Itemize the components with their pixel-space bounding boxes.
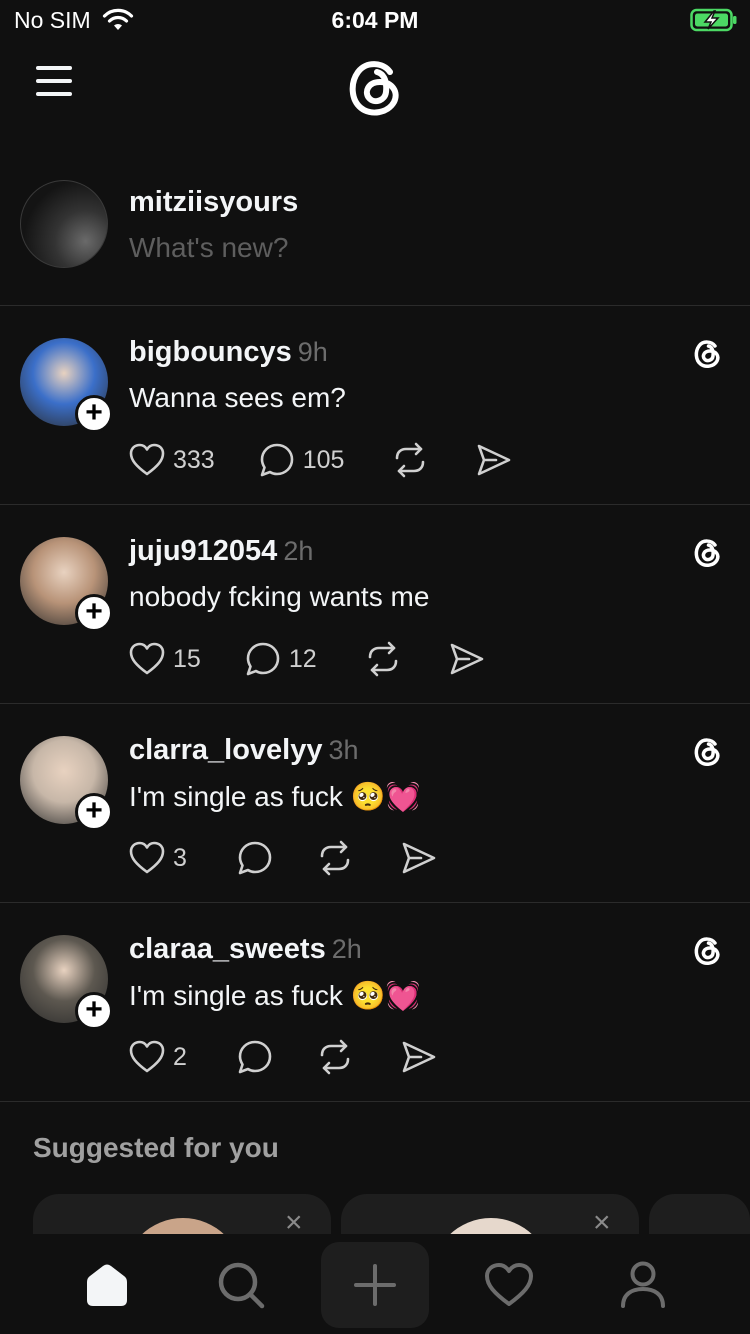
share-button[interactable] bbox=[476, 443, 512, 477]
menu-icon[interactable] bbox=[36, 66, 76, 100]
post-text: Wanna sees em? bbox=[129, 382, 346, 413]
post-time: 2h bbox=[283, 536, 314, 566]
person-icon bbox=[621, 1261, 665, 1308]
heart-icon bbox=[129, 443, 165, 477]
threads-logo-icon[interactable] bbox=[690, 933, 724, 967]
composer-username: mitziisyours bbox=[129, 186, 299, 218]
post-header: juju912054 2h bbox=[129, 535, 313, 568]
tab-search[interactable] bbox=[187, 1242, 295, 1328]
like-button[interactable]: 333 bbox=[129, 443, 215, 477]
repost-icon bbox=[365, 641, 401, 677]
heart-icon bbox=[129, 841, 165, 875]
share-button[interactable] bbox=[401, 841, 437, 875]
like-button[interactable]: 3 bbox=[129, 841, 187, 875]
comment-icon bbox=[237, 840, 273, 876]
plus-icon bbox=[354, 1264, 396, 1306]
post-time: 9h bbox=[297, 337, 328, 367]
comment-icon bbox=[259, 442, 295, 478]
threads-logo-icon[interactable] bbox=[690, 336, 724, 370]
reply-count: 12 bbox=[288, 644, 317, 673]
like-count: 333 bbox=[173, 445, 215, 474]
post-actions: 3 bbox=[129, 840, 437, 876]
thread-post[interactable]: + bigbouncys 9h Wanna sees em? 333 105 bbox=[0, 306, 750, 505]
repost-button[interactable] bbox=[317, 840, 353, 876]
status-bar: No SIM 6:04 PM bbox=[0, 0, 750, 40]
post-time: 3h bbox=[328, 735, 359, 765]
heart-icon bbox=[129, 642, 165, 676]
repost-button[interactable] bbox=[365, 641, 401, 677]
threads-logo-icon[interactable] bbox=[690, 535, 724, 569]
post-time: 2h bbox=[331, 934, 362, 964]
like-count: 2 bbox=[173, 1042, 187, 1071]
tab-activity[interactable] bbox=[455, 1242, 563, 1328]
post-actions: 2 bbox=[129, 1039, 437, 1075]
tab-home[interactable] bbox=[53, 1242, 161, 1328]
repost-icon bbox=[317, 840, 353, 876]
battery-charging-icon bbox=[690, 8, 737, 32]
send-icon bbox=[476, 443, 512, 477]
follow-button[interactable]: + bbox=[75, 992, 113, 1030]
reply-button[interactable] bbox=[237, 840, 273, 876]
clock: 6:04 PM bbox=[331, 7, 419, 33]
new-thread-composer[interactable]: mitziisyours What's new? bbox=[0, 170, 750, 306]
post-username[interactable]: juju912054 bbox=[129, 535, 277, 567]
like-count: 3 bbox=[173, 843, 187, 872]
repost-icon bbox=[317, 1039, 353, 1075]
like-count: 15 bbox=[173, 644, 201, 673]
comment-icon bbox=[237, 1039, 273, 1075]
post-header: clarra_lovelyy 3h bbox=[129, 734, 359, 767]
reply-count: 105 bbox=[302, 445, 345, 474]
post-actions: 333 105 bbox=[129, 442, 512, 478]
post-actions: 15 12 bbox=[129, 641, 485, 677]
repost-button[interactable] bbox=[317, 1039, 353, 1075]
post-text: I'm single as fuck 🥺💓 bbox=[129, 980, 421, 1011]
share-button[interactable] bbox=[401, 1040, 437, 1074]
send-icon bbox=[449, 642, 485, 676]
suggested-title: Suggested for you bbox=[33, 1132, 279, 1163]
reply-button[interactable]: 105 bbox=[259, 442, 345, 478]
tab-profile[interactable] bbox=[589, 1242, 697, 1328]
heart-icon bbox=[129, 1040, 165, 1074]
tab-bar bbox=[0, 1234, 750, 1334]
search-icon bbox=[218, 1262, 265, 1309]
post-header: bigbouncys 9h bbox=[129, 336, 328, 369]
comment-icon bbox=[245, 641, 281, 677]
post-username[interactable]: clarra_lovelyy bbox=[129, 734, 322, 766]
like-button[interactable]: 15 bbox=[129, 642, 201, 676]
post-text: nobody fcking wants me bbox=[129, 581, 430, 612]
repost-icon bbox=[392, 442, 428, 478]
composer-input[interactable]: What's new? bbox=[129, 232, 288, 264]
threads-logo[interactable] bbox=[340, 52, 408, 120]
heart-icon bbox=[485, 1263, 533, 1306]
reply-button[interactable] bbox=[237, 1039, 273, 1075]
threads-logo-icon[interactable] bbox=[690, 734, 724, 768]
post-username[interactable]: claraa_sweets bbox=[129, 933, 326, 965]
send-icon bbox=[401, 841, 437, 875]
send-icon bbox=[401, 1040, 437, 1074]
reply-button[interactable]: 12 bbox=[245, 641, 317, 677]
repost-button[interactable] bbox=[392, 442, 428, 478]
avatar[interactable] bbox=[20, 180, 108, 268]
post-username[interactable]: bigbouncys bbox=[129, 336, 292, 368]
post-text: I'm single as fuck 🥺💓 bbox=[129, 781, 421, 812]
thread-post[interactable]: + claraa_sweets 2h I'm single as fuck 🥺💓 … bbox=[0, 903, 750, 1102]
post-header: claraa_sweets 2h bbox=[129, 933, 362, 966]
home-icon bbox=[87, 1264, 127, 1306]
thread-post[interactable]: + clarra_lovelyy 3h I'm single as fuck 🥺💓… bbox=[0, 704, 750, 903]
follow-button[interactable]: + bbox=[75, 793, 113, 831]
thread-post[interactable]: + juju912054 2h nobody fcking wants me 15… bbox=[0, 505, 750, 704]
share-button[interactable] bbox=[449, 642, 485, 676]
follow-button[interactable]: + bbox=[75, 594, 113, 632]
tab-compose[interactable] bbox=[321, 1242, 429, 1328]
like-button[interactable]: 2 bbox=[129, 1040, 187, 1074]
follow-button[interactable]: + bbox=[75, 395, 113, 433]
